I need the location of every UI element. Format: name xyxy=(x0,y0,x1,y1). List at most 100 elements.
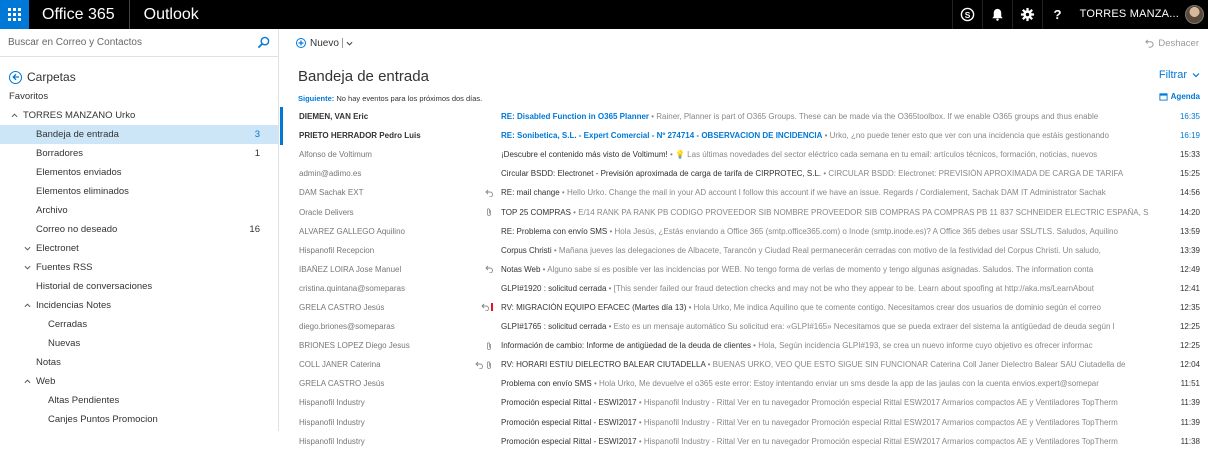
folder-sent[interactable]: Elementos enviados xyxy=(0,163,278,182)
folder-junk[interactable]: Correo no deseado 16 xyxy=(0,220,278,239)
folder-label: Elementos eliminados xyxy=(36,186,129,197)
chevron-down-icon[interactable] xyxy=(23,264,31,272)
message-sender: diego.briones@someparas xyxy=(299,322,395,332)
settings-button[interactable] xyxy=(1011,0,1042,29)
chevron-down-icon[interactable] xyxy=(23,245,31,253)
chevron-up-icon[interactable] xyxy=(23,378,31,386)
paperclip-icon xyxy=(487,361,491,369)
message-row[interactable]: BRIONES LOPEZ Diego Jesus Información de … xyxy=(280,336,1208,355)
folder-canjes-puntos[interactable]: Canjes Puntos Promocion xyxy=(0,410,278,429)
folder-nuevas[interactable]: Nuevas xyxy=(0,334,278,353)
message-preview: • [This sender failed our fraud detectio… xyxy=(606,283,1094,293)
folder-inbox[interactable]: Bandeja de entrada 3 xyxy=(0,125,278,144)
folder-deleted[interactable]: Elementos eliminados xyxy=(0,182,278,201)
message-row[interactable]: Hispanofil Recepcion Corpus Christi • Mañ… xyxy=(280,241,1208,260)
app-name[interactable]: Outlook xyxy=(130,0,199,29)
message-time: 15:25 xyxy=(1179,169,1200,179)
message-preview: • Hola Jesús, ¿Estás enviando a Office 3… xyxy=(607,226,1118,236)
folder-rss[interactable]: Fuentes RSS xyxy=(0,258,278,277)
message-text: Promoción especial Rittal - ESWI2017 • H… xyxy=(501,437,1149,446)
message-time: 15:33 xyxy=(1179,150,1200,160)
favorites-header[interactable]: Favoritos xyxy=(0,87,278,106)
folder-label: Correo no deseado xyxy=(36,224,118,235)
help-button[interactable]: ? xyxy=(1041,0,1072,29)
message-row[interactable]: cristina.quintana@someparas GLPI#1920 : s… xyxy=(280,279,1208,298)
search-box xyxy=(0,29,278,57)
message-row[interactable]: Alfonso de Voltimum ¡Descubre el contenid… xyxy=(280,145,1208,164)
message-row[interactable]: GRELA CASTRO Jesús Problema con envío SMS… xyxy=(280,374,1208,393)
message-row[interactable]: IBAÑEZ LOIRA Jose Manuel Notas Web • Algu… xyxy=(280,260,1208,279)
search-input[interactable] xyxy=(8,37,248,48)
folder-label: Canjes Puntos Promocion xyxy=(48,414,158,425)
folders-header[interactable]: Carpetas xyxy=(0,67,278,87)
folder-altas-pendientes[interactable]: Altas Pendientes xyxy=(0,391,278,410)
message-row[interactable]: Oracle Delivers TOP 25 COMPRAS • E/14 RAN… xyxy=(280,202,1208,221)
replied-icon xyxy=(485,189,493,197)
message-subject: RV: HORARI ESTIU DIELECTRO BALEAR CIUTAD… xyxy=(501,360,706,370)
message-time: 13:59 xyxy=(1179,226,1200,236)
new-button[interactable]: Nuevo xyxy=(296,38,339,49)
chevron-up-icon[interactable] xyxy=(23,302,31,310)
search-icon[interactable] xyxy=(257,36,270,49)
app-launcher-button[interactable] xyxy=(0,0,29,29)
importance-flag-icon xyxy=(491,303,493,312)
message-row[interactable]: ALVAREZ GALLEGO Aquilino RE: Problema con… xyxy=(280,222,1208,241)
undo-label: Deshacer xyxy=(1158,37,1199,49)
folder-incidencias-notes[interactable]: Incidencias Notes xyxy=(0,296,278,315)
next-label[interactable]: Siguiente: xyxy=(298,94,334,103)
account-header[interactable]: TORRES MANZANO Urko xyxy=(0,106,278,125)
message-row[interactable]: Hispanofil Industry Promoción especial Ri… xyxy=(280,432,1208,451)
message-sender: Hispanofil Industry xyxy=(299,436,365,446)
back-arrow-icon[interactable] xyxy=(9,70,22,84)
folder-electronet[interactable]: Electronet xyxy=(0,239,278,258)
message-row[interactable]: GRELA CASTRO Jesús RV: MIGRACIÓN EQUIPO E… xyxy=(280,298,1208,317)
message-preview: • Hispanofil Industry - Rittal Ver en tu… xyxy=(636,436,1118,446)
message-row[interactable]: Hispanofil Industry Promoción especial Ri… xyxy=(280,413,1208,432)
filter-button[interactable]: Filtrar xyxy=(1159,69,1200,81)
folder-label: Altas Pendientes xyxy=(48,395,120,406)
message-time: 12:41 xyxy=(1179,283,1200,293)
message-sender: Hispanofil Recepcion xyxy=(299,245,375,255)
message-row[interactable]: Hispanofil Industry Promoción especial Ri… xyxy=(280,393,1208,412)
message-sender: Hispanofil Industry xyxy=(299,398,365,408)
folder-conversation-history[interactable]: Historial de conversaciones xyxy=(0,277,278,296)
message-preview: • Rainer, Planner is part of O365 Groups… xyxy=(649,112,1099,122)
message-text: RE: Sonibetica, S.L. - Expert Comercial … xyxy=(501,131,1149,140)
message-row[interactable]: DAM Sachak EXT RE: mail change • Hello Ur… xyxy=(280,183,1208,202)
message-row[interactable]: PRIETO HERRADOR Pedro Luis RE: Sonibetica… xyxy=(280,126,1208,146)
folder-notas[interactable]: Notas xyxy=(0,353,278,372)
message-row[interactable]: diego.briones@someparas GLPI#1765 : solic… xyxy=(280,317,1208,336)
folder-drafts[interactable]: Borradores 1 xyxy=(0,144,278,163)
message-preview: • Urko, ¿no puede tener esto que ver con… xyxy=(822,131,1109,141)
help-icon: ? xyxy=(1053,7,1061,22)
message-sender: GRELA CASTRO Jesús xyxy=(299,302,385,312)
skype-icon: S xyxy=(960,7,974,22)
suite-bar: Office 365 Outlook S ? TORRES MANZA... xyxy=(0,0,1208,29)
message-row[interactable]: DIEMEN, VAN Eric RE: Disabled Function in… xyxy=(280,107,1208,127)
folder-label: Elementos enviados xyxy=(36,167,122,178)
message-subject: Promoción especial Rittal - ESWI2017 xyxy=(501,417,637,427)
message-time: 11:39 xyxy=(1180,398,1200,408)
chevron-up-icon[interactable] xyxy=(10,112,18,120)
agenda-button[interactable]: Agenda xyxy=(1159,92,1200,101)
message-row[interactable]: COLL JANER Caterina RV: HORARI ESTIU DIEL… xyxy=(280,355,1208,374)
folder-archive[interactable]: Archivo xyxy=(0,201,278,220)
avatar[interactable] xyxy=(1185,5,1204,24)
message-subject: RE: Problema con envío SMS xyxy=(501,226,608,236)
message-row[interactable]: admin@adimo.es Circular BSDD: Electronet … xyxy=(280,164,1208,183)
message-text: Corpus Christi • Mañana jueves las deleg… xyxy=(501,246,1149,255)
folder-cerradas[interactable]: Cerradas xyxy=(0,315,278,334)
chevron-down-icon[interactable] xyxy=(346,39,354,47)
skype-button[interactable]: S xyxy=(951,0,982,29)
user-name[interactable]: TORRES MANZA... xyxy=(1072,0,1185,29)
unread-count: 16 xyxy=(249,224,260,235)
new-label: Nuevo xyxy=(310,37,339,49)
notifications-button[interactable] xyxy=(981,0,1012,29)
undo-button[interactable]: Deshacer xyxy=(1145,38,1199,49)
message-text: RV: HORARI ESTIU DIELECTRO BALEAR CIUTAD… xyxy=(501,360,1149,369)
undo-icon xyxy=(1145,39,1154,48)
office365-brand[interactable]: Office 365 xyxy=(29,0,130,29)
folder-label: Borradores xyxy=(36,148,83,159)
folder-web[interactable]: Web xyxy=(0,372,278,391)
gear-icon xyxy=(1020,7,1034,22)
